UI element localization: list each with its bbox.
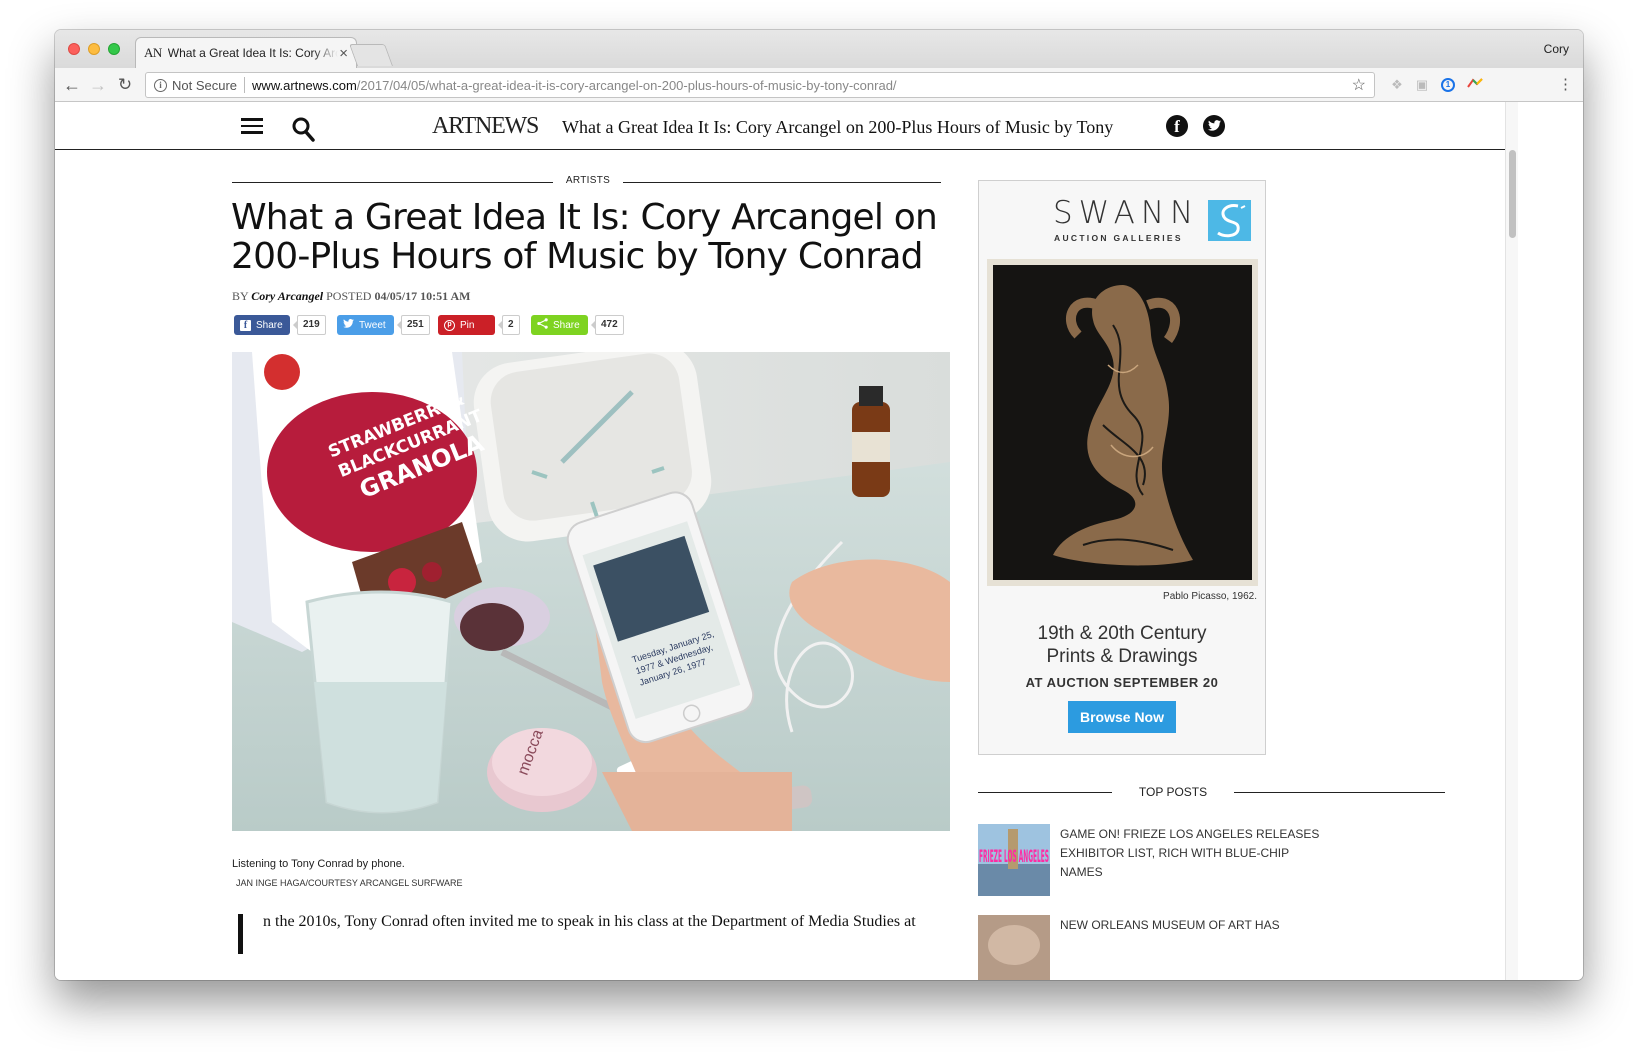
twitter-bird-icon	[343, 319, 354, 331]
minimize-window-button[interactable]	[88, 43, 100, 55]
facebook-icon: f	[240, 319, 251, 331]
address-bar[interactable]: i Not Secure www.artnews.com/2017/04/05/…	[145, 72, 1375, 98]
author-link[interactable]: Cory Arcangel	[251, 289, 323, 303]
pinterest-icon: p	[444, 319, 455, 331]
swann-logo-icon	[1208, 200, 1251, 241]
hero-image[interactable]: STRAWBERRY& BLACKCURRANT GRANOLA mocca T…	[232, 352, 950, 831]
url-path: /2017/04/05/what-a-great-idea-it-is-cory…	[356, 77, 897, 93]
bookmark-star-icon[interactable]: ☆	[1352, 75, 1366, 95]
browser-window: AN What a Great Idea It Is: Cory Arcange…	[55, 30, 1583, 980]
byline: BY Cory Arcangel POSTED 04/05/17 10:51 A…	[232, 289, 470, 304]
scrollbar-thumb[interactable]	[1509, 150, 1516, 238]
share-nodes-icon	[537, 318, 548, 332]
profile-name[interactable]: Cory	[1544, 42, 1569, 56]
artnews-logo[interactable]: ARTNEWS	[432, 113, 539, 140]
section-rule-left	[232, 182, 553, 183]
reload-icon[interactable]: ↻	[114, 74, 136, 96]
pinterest-pin-button[interactable]: p Pin	[438, 315, 495, 335]
tab-close-icon[interactable]: ×	[339, 46, 348, 61]
hamburger-menu-icon[interactable]	[241, 118, 263, 134]
share-count: 2	[498, 315, 520, 335]
share-label: Tweet	[359, 319, 386, 331]
chrome-menu-icon[interactable]: ⋮	[1558, 76, 1573, 94]
share-count: 472	[591, 315, 624, 335]
top-post-title[interactable]: NEW ORLEANS MUSEUM OF ART HAS	[1060, 916, 1330, 935]
ad-artwork-image[interactable]	[987, 259, 1258, 586]
ad-brand-sub: AUCTION GALLERIES	[1054, 233, 1183, 243]
ad-headline-line-2: Prints & Drawings	[1046, 646, 1198, 667]
ad-artwork-caption: Pablo Picasso, 1962.	[1163, 591, 1257, 602]
top-post-item[interactable]: NEW ORLEANS MUSEUM OF ART HAS	[978, 915, 1418, 980]
article-title: What a Great Idea It Is: Cory Arcangel o…	[231, 197, 938, 277]
top-post-title[interactable]: GAME ON! FRIEZE LOS ANGELES RELEASES EXH…	[1060, 825, 1330, 882]
ad-auction-date: AT AUCTION SEPTEMBER 20	[1025, 675, 1219, 690]
close-window-button[interactable]	[68, 43, 80, 55]
share-label: Share	[553, 319, 580, 331]
facebook-icon[interactable]: f	[1166, 115, 1188, 137]
forward-icon[interactable]: →	[87, 74, 109, 96]
artnews-favicon-icon: AN	[144, 45, 162, 60]
byline-posted: POSTED	[326, 289, 372, 303]
extension-icon[interactable]	[1466, 76, 1484, 94]
back-icon[interactable]: ←	[61, 74, 83, 96]
tab-title: What a Great Idea It Is: Cory Arcangel o…	[167, 46, 338, 60]
site-header: ARTNEWS What a Great Idea It Is: Cory Ar…	[55, 102, 1505, 150]
header-headline: What a Great Idea It Is: Cory Arcangel o…	[562, 117, 1114, 137]
swann-ad[interactable]: SWANN AUCTION GALLERIES Pablo Picasso, 1…	[978, 180, 1266, 755]
twitter-icon[interactable]	[1203, 115, 1225, 137]
top-posts-label: TOP POSTS	[1138, 785, 1208, 799]
dropbox-icon[interactable]: ❖	[1388, 76, 1406, 94]
search-icon[interactable]	[291, 116, 315, 142]
omnibox-divider	[244, 77, 246, 93]
article-body-first-line: n the 2010s, Tony Conrad often invited m…	[263, 913, 916, 930]
share-label: Share	[256, 319, 283, 331]
thumb-text: FRIEZE LOS ANGELES	[979, 847, 1049, 867]
share-label: Pin	[460, 319, 475, 331]
ad-headline-line-1: 19th & 20th Century	[1037, 623, 1207, 644]
section-rule-right	[623, 182, 941, 183]
share-count: 251	[397, 315, 430, 335]
top-post-thumbnail[interactable]: FRIEZE LOS ANGELES	[978, 824, 1050, 896]
web-page: ARTNEWS What a Great Idea It Is: Cory Ar…	[55, 102, 1583, 980]
top-posts-rule-left	[978, 792, 1112, 793]
twitter-tweet-button[interactable]: Tweet	[337, 315, 394, 335]
url-host: www.artnews.com	[252, 77, 357, 93]
zoom-window-button[interactable]	[108, 43, 120, 55]
share-count: 219	[293, 315, 326, 335]
security-label[interactable]: Not Secure	[172, 78, 237, 93]
image-credit: JAN INGE HAGA/COURTESY ARCANGEL SURFWARE	[236, 878, 463, 888]
info-icon[interactable]: i	[154, 78, 167, 92]
browser-tab[interactable]: AN What a Great Idea It Is: Cory Arcange…	[135, 37, 357, 68]
top-post-thumbnail[interactable]	[978, 915, 1050, 980]
ad-headline: 19th & 20th Century Prints & Drawings	[979, 622, 1265, 668]
facebook-share-button[interactable]: f Share	[234, 315, 290, 335]
drop-cap	[238, 914, 243, 954]
page-scrollbar[interactable]	[1505, 102, 1518, 980]
camera-icon[interactable]: ▣	[1413, 76, 1431, 94]
sharethis-button[interactable]: Share	[531, 315, 588, 335]
byline-by: BY	[232, 289, 249, 303]
ad-brand: SWANN	[1053, 195, 1200, 231]
top-post-item[interactable]: FRIEZE LOS ANGELES GAME ON! FRIEZE LOS A…	[978, 824, 1418, 896]
top-posts-rule-right	[1234, 792, 1445, 793]
section-label[interactable]: ARTISTS	[553, 175, 623, 186]
image-caption: Listening to Tony Conrad by phone.	[232, 858, 405, 870]
new-tab-button[interactable]	[348, 44, 394, 66]
browser-toolbar: ← → ↻ i Not Secure www.artnews.com/2017/…	[55, 68, 1583, 102]
post-timestamp: 04/05/17 10:51 AM	[374, 289, 471, 303]
browse-now-button[interactable]: Browse Now	[1068, 701, 1176, 733]
title-bar: AN What a Great Idea It Is: Cory Arcange…	[55, 30, 1583, 68]
1password-icon[interactable]: 1	[1439, 76, 1457, 94]
